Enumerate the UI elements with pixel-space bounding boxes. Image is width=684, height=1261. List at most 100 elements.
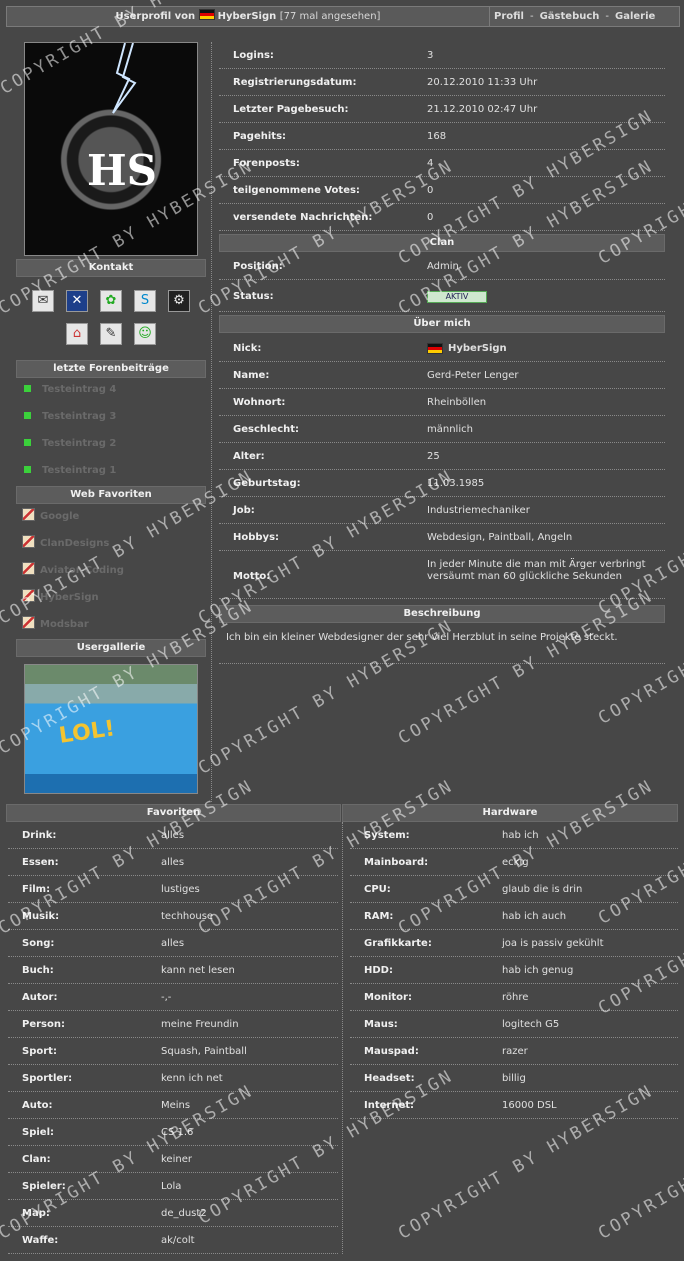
row-value: 16000 DSL bbox=[502, 1100, 557, 1111]
profile-nav: Profil - Gästebuch - Galerie bbox=[489, 7, 679, 26]
house-icon bbox=[22, 616, 35, 629]
hardware-heading: Hardware bbox=[342, 804, 678, 822]
row-value: 4 bbox=[427, 158, 434, 169]
row-value: 25 bbox=[427, 451, 440, 462]
about-row: Hobbys: Webdesign, Paintball, Angeln bbox=[219, 524, 665, 551]
forum-posts-heading: letzte Forenbeiträge bbox=[16, 360, 206, 378]
forum-post-item[interactable]: Testeintrag 4 bbox=[24, 382, 116, 398]
favorite-row: Spiel: CS 1.6 bbox=[8, 1119, 338, 1146]
stat-row: Logins: 3 bbox=[219, 42, 665, 69]
clan-status-row: Status: AKTIV bbox=[219, 282, 665, 312]
about-row: Alter: 25 bbox=[219, 443, 665, 470]
row-label: Autor: bbox=[22, 992, 58, 1003]
row-label: Mauspad: bbox=[364, 1046, 419, 1057]
row-value: männlich bbox=[427, 424, 473, 435]
forum-post-item[interactable]: Testeintrag 1 bbox=[24, 463, 116, 479]
row-value: CS 1.6 bbox=[161, 1127, 194, 1138]
about-row: Geschlecht: männlich bbox=[219, 416, 665, 443]
row-value: Webdesign, Paintball, Angeln bbox=[427, 532, 573, 543]
favorite-row: Map: de_dust2 bbox=[8, 1200, 338, 1227]
status-badge: AKTIV bbox=[427, 291, 487, 303]
hardware-row: System: hab ich bbox=[350, 822, 678, 849]
row-value: Meins bbox=[161, 1100, 191, 1111]
favorite-row: Musik: techhouse bbox=[8, 903, 338, 930]
row-label: versendete Nachrichten: bbox=[233, 212, 373, 223]
house-icon bbox=[22, 508, 35, 521]
row-value: 3 bbox=[427, 50, 434, 61]
row-value: lustiges bbox=[161, 884, 200, 895]
beschreibung-heading: Beschreibung bbox=[219, 605, 665, 623]
row-label: Buch: bbox=[22, 965, 54, 976]
email-icon[interactable]: ✉ bbox=[32, 290, 54, 312]
profile-header: Userprofil von HyberSign [77 mal angeseh… bbox=[6, 6, 680, 27]
forum-post-title: Testeintrag 4 bbox=[42, 384, 117, 395]
row-value: joa is passiv gekühlt bbox=[502, 938, 604, 949]
skype-icon[interactable]: S bbox=[134, 290, 156, 312]
favorite-row: Spieler: Lola bbox=[8, 1173, 338, 1200]
stat-row: Forenposts: 4 bbox=[219, 150, 665, 177]
row-value: 11.03.1985 bbox=[427, 478, 485, 489]
row-value: HyberSign bbox=[448, 343, 507, 354]
row-value: Gerd-Peter Lenger bbox=[427, 370, 519, 381]
hardware-row: HDD: hab ich genug bbox=[350, 957, 678, 984]
gallery-thumbnail[interactable]: LOL! bbox=[24, 664, 198, 794]
about-heading: Über mich bbox=[219, 315, 665, 333]
favorite-row: Autor: -,- bbox=[8, 984, 338, 1011]
forum-post-title: Testeintrag 2 bbox=[42, 438, 117, 449]
forum-post-title: Testeintrag 1 bbox=[42, 465, 117, 476]
row-value: kenn ich net bbox=[161, 1073, 223, 1084]
row-label: Sport: bbox=[22, 1046, 57, 1057]
usergallery-heading: Usergallerie bbox=[16, 639, 206, 657]
web-favorite-label: ClanDesigns bbox=[40, 538, 110, 549]
row-value: alles bbox=[161, 938, 185, 949]
nav-profil[interactable]: Profil bbox=[494, 11, 524, 22]
row-label: Mainboard: bbox=[364, 857, 429, 868]
profile-title: Userprofil von HyberSign [77 mal angeseh… bbox=[7, 7, 489, 26]
favorite-row: Person: meine Freundin bbox=[8, 1011, 338, 1038]
row-label: Geschlecht: bbox=[233, 424, 300, 435]
row-value: meine Freundin bbox=[161, 1019, 239, 1030]
row-label: Name: bbox=[233, 370, 270, 381]
bullet-icon bbox=[24, 466, 31, 473]
forum-post-item[interactable]: Testeintrag 3 bbox=[24, 409, 116, 425]
web-favorite-link[interactable]: Google bbox=[22, 508, 79, 524]
forum-post-item[interactable]: Testeintrag 2 bbox=[24, 436, 116, 452]
row-label: Alter: bbox=[233, 451, 265, 462]
web-favorite-link[interactable]: HyberSign bbox=[22, 589, 99, 605]
xfire-icon[interactable]: ✕ bbox=[66, 290, 88, 312]
nav-galerie[interactable]: Galerie bbox=[615, 11, 655, 22]
row-value: eckig bbox=[502, 857, 529, 868]
add-friend-icon[interactable]: ☺ bbox=[134, 323, 156, 345]
icq-icon[interactable]: ✿ bbox=[100, 290, 122, 312]
steam-icon[interactable]: ⚙ bbox=[168, 290, 190, 312]
web-favorite-link[interactable]: Aviator-Coding bbox=[22, 562, 124, 578]
web-favorite-link[interactable]: Modsbar bbox=[22, 616, 89, 632]
title-prefix: Userprofil von bbox=[115, 11, 196, 22]
stat-row: Pagehits: 168 bbox=[219, 123, 665, 150]
clan-position-row: Position: Admin bbox=[219, 253, 665, 280]
row-label: Waffe: bbox=[22, 1235, 59, 1246]
row-value: kann net lesen bbox=[161, 965, 235, 976]
hardware-row: CPU: glaub die is drin bbox=[350, 876, 678, 903]
clan-heading: Clan bbox=[219, 234, 665, 252]
row-value: 0 bbox=[427, 185, 434, 196]
row-value: Rheinböllen bbox=[427, 397, 487, 408]
favorite-row: Drink: alles bbox=[8, 822, 338, 849]
row-label: Auto: bbox=[22, 1100, 53, 1111]
nav-gaestebuch[interactable]: Gästebuch bbox=[540, 11, 600, 22]
row-label: Wohnort: bbox=[233, 397, 286, 408]
stat-row: Registrierungsdatum: 20.12.2010 11:33 Uhr bbox=[219, 69, 665, 96]
house-icon bbox=[22, 535, 35, 548]
homepage-icon[interactable]: ⌂ bbox=[66, 323, 88, 345]
stat-row: teilgenommene Votes: 0 bbox=[219, 177, 665, 204]
row-label: Letzter Pagebesuch: bbox=[233, 104, 349, 115]
bullet-icon bbox=[24, 439, 31, 446]
web-favorite-link[interactable]: ClanDesigns bbox=[22, 535, 109, 551]
row-value: logitech G5 bbox=[502, 1019, 560, 1030]
row-label: Nick: bbox=[233, 343, 262, 354]
favorite-row: Essen: alles bbox=[8, 849, 338, 876]
guestbook-icon[interactable]: ✎ bbox=[100, 323, 122, 345]
hs-logo-icon: HS bbox=[87, 146, 158, 195]
house-icon bbox=[22, 589, 35, 602]
row-value: hab ich genug bbox=[502, 965, 574, 976]
